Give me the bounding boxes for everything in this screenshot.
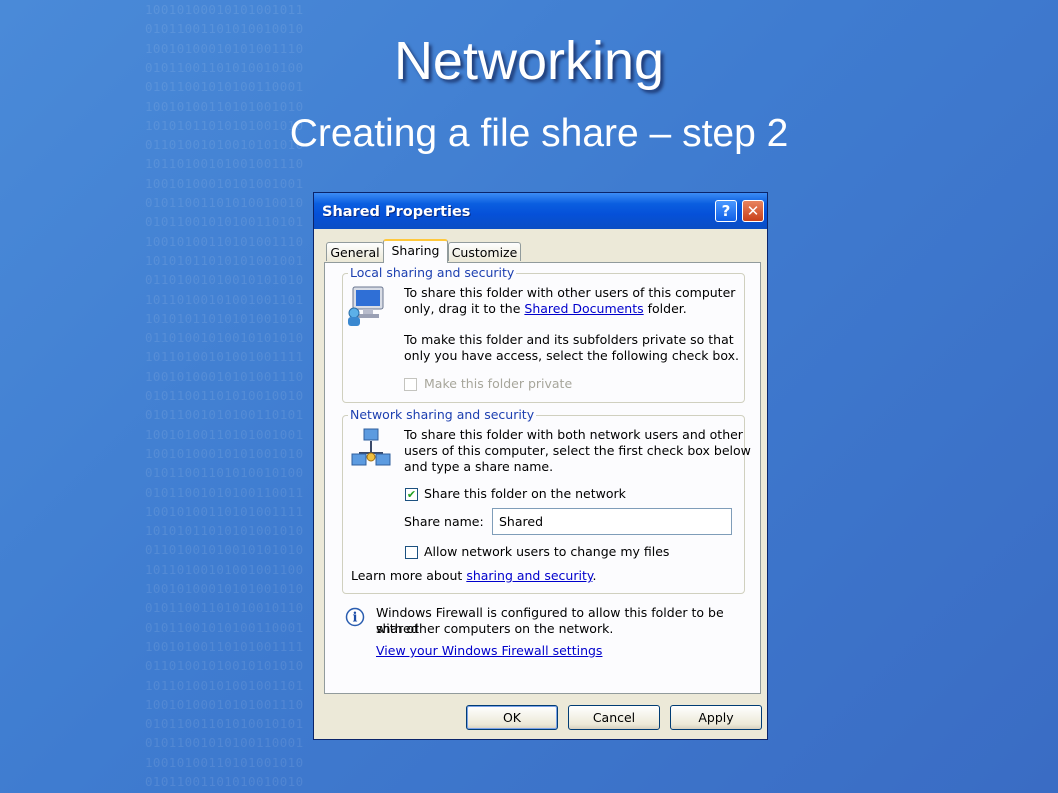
binary-line: 01011001101010010100 (145, 465, 304, 481)
firewall-settings-link[interactable]: View your Windows Firewall settings (376, 643, 602, 659)
local-text-2b: only you have access, select the followi… (404, 348, 739, 363)
learn-more-line: Learn more about sharing and security. (351, 568, 596, 584)
close-button[interactable]: ✕ (742, 200, 764, 222)
binary-line: 10110100101001001100 (145, 561, 304, 577)
checkmark-icon: ✔ (406, 488, 417, 501)
tab-sharing[interactable]: Sharing (383, 239, 448, 263)
learn-more-suffix: . (592, 568, 597, 583)
help-button[interactable]: ? (715, 200, 737, 222)
dialog-titlebar[interactable]: Shared Properties ? ✕ (314, 193, 767, 229)
sharing-security-link[interactable]: sharing and security (466, 568, 592, 583)
binary-line: 10010100110101001111 (145, 503, 304, 519)
binary-line: 10010100110101001110 (145, 233, 304, 249)
cancel-button[interactable]: Cancel (568, 705, 660, 730)
make-private-checkbox[interactable] (404, 378, 417, 391)
binary-line: 01011001010100110001 (145, 735, 304, 751)
binary-line: 01011001010100110101 (145, 214, 304, 230)
share-folder-checkbox[interactable]: ✔ (405, 488, 418, 501)
tab-general[interactable]: General (326, 242, 384, 261)
shared-documents-link[interactable]: Shared Documents (524, 301, 643, 316)
binary-line: 10010100110101001001 (145, 426, 304, 442)
info-icon: i (345, 607, 365, 627)
binary-line: 10110100101001001101 (145, 677, 304, 693)
slide-title: Networking (393, 31, 665, 91)
binary-line: 10010100010101001110 (145, 368, 304, 384)
binary-line: 10110100101001001110 (145, 156, 304, 172)
make-private-label: Make this folder private (424, 376, 573, 391)
binary-line: 01101001010010101010 (145, 658, 304, 674)
binary-line: 01011001101010010010 (145, 195, 304, 210)
binary-line: 10101011010101001010 (145, 523, 304, 539)
binary-line: 01011001010100110011 (145, 484, 304, 500)
local-text-1c: folder. (643, 301, 687, 316)
dialog-title: Shared Properties (322, 204, 471, 220)
binary-line: 10010100010101001001 (145, 175, 304, 191)
close-icon: ✕ (746, 202, 760, 220)
binary-line: 01101001010010101010 (145, 330, 304, 346)
network-sharing-legend: Network sharing and security (348, 407, 537, 422)
learn-more-prefix: Learn more about (351, 568, 467, 583)
binary-line: 10010100010101001011 (145, 2, 304, 17)
binary-line: 10010100010101001110 (145, 696, 304, 712)
local-text-2a: To make this folder and its subfolders p… (404, 332, 734, 347)
binary-line: 10010100010101001010 (145, 581, 304, 596)
binary-line: 10010100110101001010 (145, 754, 304, 770)
ok-button[interactable]: OK (466, 705, 558, 730)
local-text-1b: only, drag it to the (404, 301, 525, 316)
binary-line: 10010100110101001111 (145, 638, 304, 654)
tab-customize[interactable]: Customize (448, 242, 521, 261)
network-text-a: To share this folder with both network u… (404, 427, 743, 442)
info-glyph: i (353, 611, 358, 626)
binary-line: 10101011010101001001 (145, 252, 304, 268)
allow-change-label: Allow network users to change my files (424, 544, 670, 559)
apply-button[interactable]: Apply (670, 705, 762, 730)
local-sharing-legend: Local sharing and security (348, 265, 517, 280)
shared-properties-dialog: Shared Properties ? ✕ General Sharing Cu… (313, 192, 768, 740)
network-text-c: and type a share name. (404, 459, 554, 474)
binary-line: 01011001101010010110 (145, 600, 304, 616)
share-name-label: Share name: (404, 514, 484, 529)
binary-line: 01011001101010010010 (145, 388, 304, 403)
binary-line: 01011001101010010101 (145, 716, 304, 732)
binary-line: 10110100101001001111 (145, 349, 304, 365)
local-text-1b-line: only, drag it to the Shared Documents fo… (404, 301, 687, 317)
binary-line: 01011001010100110101 (145, 407, 304, 423)
sharing-tab-panel: Local sharing and security To share this… (324, 262, 761, 694)
network-users-icon (351, 428, 391, 466)
binary-line: 10010100010101001010 (145, 445, 304, 461)
local-text-1a: To share this folder with other users of… (404, 285, 736, 300)
slide-subtitle: Creating a file share – step 2 (289, 112, 789, 155)
firewall-text-b: with other computers on the network. (376, 621, 614, 636)
share-folder-label: Share this folder on the network (424, 486, 626, 501)
binary-line: 01101001010010101010 (145, 542, 304, 558)
binary-line: 10101011010101001010 (145, 310, 304, 326)
binary-line: 01011001010100110001 (145, 619, 304, 635)
binary-line: 01101001010010101010 (145, 272, 304, 288)
help-icon: ? (721, 202, 731, 220)
network-text-b: users of this computer, select the first… (404, 443, 751, 458)
binary-line: 01011001101010010010 (145, 774, 304, 789)
share-name-input[interactable]: Shared (492, 508, 732, 535)
binary-line: 10110100101001001101 (145, 291, 304, 307)
computer-users-icon (348, 286, 384, 326)
allow-change-checkbox[interactable] (405, 546, 418, 559)
